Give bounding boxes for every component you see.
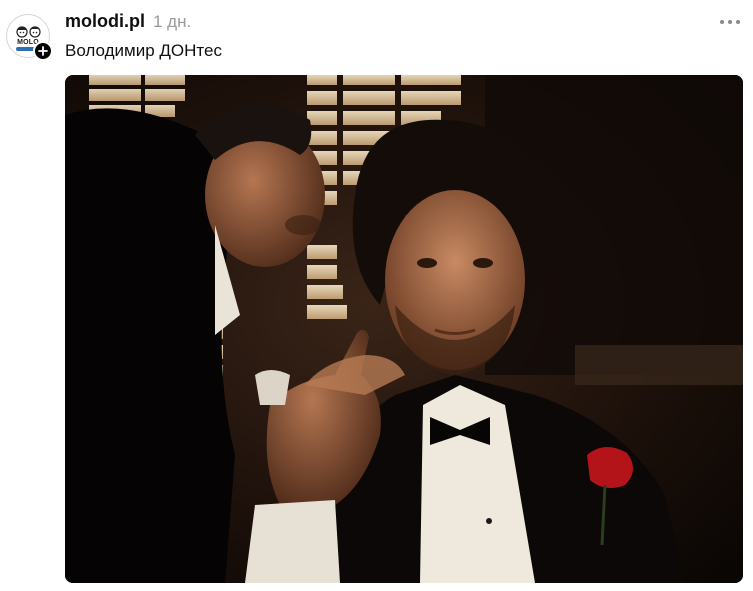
- more-options-button[interactable]: [717, 12, 743, 32]
- follow-button[interactable]: [33, 41, 53, 61]
- post-image[interactable]: [65, 75, 743, 583]
- post-card: MOLO molodi.pl 1 дн. Володимир ДОНтес: [0, 0, 753, 591]
- post-timestamp: 1 дн.: [153, 12, 192, 31]
- plus-icon: [38, 46, 48, 56]
- username-link[interactable]: molodi.pl: [65, 11, 145, 32]
- post-header: molodi.pl 1 дн.: [65, 11, 191, 35]
- more-horizontal-icon: [720, 20, 740, 24]
- avatar[interactable]: MOLO: [6, 14, 53, 61]
- post-caption: Володимир ДОНтес: [65, 41, 222, 60]
